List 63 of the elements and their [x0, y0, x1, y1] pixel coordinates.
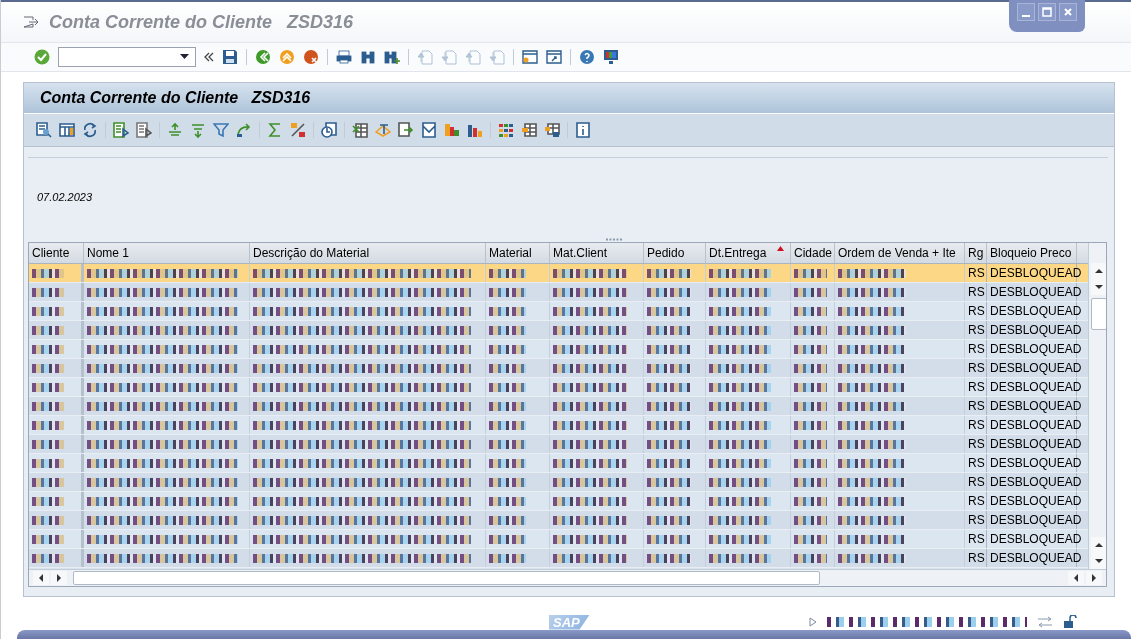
- table-row[interactable]: RS DESBLOQUEAD: [29, 264, 1088, 283]
- column-header[interactable]: Mat.Client: [550, 243, 644, 263]
- table-cell: DESBLOQUEAD: [990, 532, 1082, 546]
- table-cell: RS: [968, 532, 985, 546]
- table-row[interactable]: RS DESBLOQUEAD: [29, 340, 1088, 359]
- window-title: Conta Corrente do Cliente ZSD316: [49, 11, 354, 33]
- table-row[interactable]: RS DESBLOQUEAD: [29, 283, 1088, 302]
- table-row[interactable]: RS DESBLOQUEAD: [29, 302, 1088, 321]
- table-cell: RS: [968, 380, 985, 394]
- table-cell: RS: [968, 342, 985, 356]
- table-cell: DESBLOQUEAD: [990, 475, 1082, 489]
- table-cell: RS: [968, 475, 985, 489]
- column-header[interactable]: Ordem de Venda + Ite: [835, 243, 965, 263]
- table-cell: DESBLOQUEAD: [990, 342, 1082, 356]
- table-cell: DESBLOQUEAD: [990, 494, 1082, 508]
- table-cell: DESBLOQUEAD: [990, 285, 1082, 299]
- table-cell: DESBLOQUEAD: [990, 304, 1082, 318]
- table-row[interactable]: RS DESBLOQUEAD: [29, 530, 1088, 549]
- table-cell: RS: [968, 437, 985, 451]
- table-row[interactable]: RS DESBLOQUEAD: [29, 492, 1088, 511]
- table-cell: RS: [968, 418, 985, 432]
- table-row[interactable]: RS DESBLOQUEAD: [29, 416, 1088, 435]
- report-date: 07.02.2023: [37, 191, 93, 203]
- table-cell: RS: [968, 456, 985, 470]
- table-cell: DESBLOQUEAD: [990, 456, 1082, 470]
- table-cell: RS: [968, 494, 985, 508]
- table-cell: DESBLOQUEAD: [990, 266, 1082, 280]
- column-header[interactable]: Rg: [965, 243, 987, 263]
- column-header[interactable]: Pedido: [644, 243, 706, 263]
- table-cell: RS: [968, 399, 985, 413]
- table-row[interactable]: RS DESBLOQUEAD: [29, 321, 1088, 340]
- table-row[interactable]: RS DESBLOQUEAD: [29, 397, 1088, 416]
- table-row[interactable]: RS DESBLOQUEAD: [29, 454, 1088, 473]
- table-row[interactable]: RS DESBLOQUEAD: [29, 378, 1088, 397]
- table-cell: RS: [968, 513, 985, 527]
- table-cell: DESBLOQUEAD: [990, 513, 1082, 527]
- table-cell: RS: [968, 361, 985, 375]
- report-title: Conta Corrente do Cliente ZSD316: [40, 89, 311, 107]
- table-cell: DESBLOQUEAD: [990, 437, 1082, 451]
- column-header[interactable]: Cliente: [29, 243, 84, 263]
- table-cell: RS: [968, 266, 985, 280]
- column-header[interactable]: Dt.Entrega: [706, 243, 791, 263]
- table-cell: DESBLOQUEAD: [990, 418, 1082, 432]
- table-cell: DESBLOQUEAD: [990, 380, 1082, 394]
- column-header[interactable]: Material: [486, 243, 550, 263]
- table-cell: DESBLOQUEAD: [990, 399, 1082, 413]
- sap-logo: SAP: [549, 614, 590, 630]
- table-row[interactable]: RS DESBLOQUEAD: [29, 435, 1088, 454]
- table-cell: RS: [968, 551, 985, 565]
- table-cell: RS: [968, 323, 985, 337]
- table-cell: DESBLOQUEAD: [990, 551, 1082, 565]
- column-header[interactable]: Cidade: [791, 243, 835, 263]
- column-header[interactable]: Bloqueio Preco: [987, 243, 1077, 263]
- table-cell: RS: [968, 304, 985, 318]
- table-cell: DESBLOQUEAD: [990, 323, 1082, 337]
- table-row[interactable]: RS DESBLOQUEAD: [29, 549, 1088, 568]
- table-cell: RS: [968, 285, 985, 299]
- column-header[interactable]: Nome 1: [84, 243, 250, 263]
- table-row[interactable]: RS DESBLOQUEAD: [29, 359, 1088, 378]
- table-row[interactable]: RS DESBLOQUEAD: [29, 473, 1088, 492]
- table-row[interactable]: RS DESBLOQUEAD: [29, 511, 1088, 530]
- column-header[interactable]: Descrição do Material: [250, 243, 486, 263]
- table-cell: DESBLOQUEAD: [990, 361, 1082, 375]
